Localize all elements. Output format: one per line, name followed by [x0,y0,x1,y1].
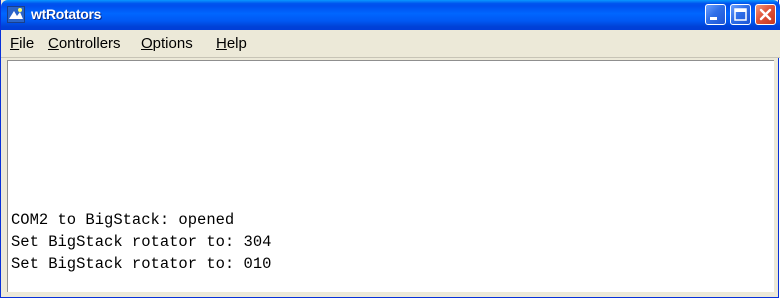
title-bar[interactable]: wtRotators [1,0,780,30]
log-line: COM2 to BigStack: opened [11,211,235,229]
menu-help-label: elp [226,35,247,52]
minimize-icon [710,17,717,20]
menu-options[interactable]: Options [141,35,193,52]
log-line: Set BigStack rotator to: 010 [11,255,272,273]
maximize-button[interactable] [730,4,751,25]
menu-help[interactable]: Help [216,35,247,52]
maximize-icon [734,8,747,21]
menu-controllers-label: ontrollers [58,35,121,52]
menu-file-label: ile [19,35,35,52]
menu-file[interactable]: File [10,35,34,52]
app-window: wtRotators File Controllers Options Help… [0,0,780,298]
menu-help-mnemonic: H [216,35,227,52]
menu-controllers-mnemonic: C [48,35,59,52]
close-icon [759,8,772,21]
menu-controllers[interactable]: Controllers [48,35,121,52]
log-line: Set BigStack rotator to: 304 [11,233,272,251]
rotator-app-icon[interactable] [7,6,25,23]
window-title: wtRotators [31,6,102,22]
menu-bar: File Controllers Options Help [1,30,780,58]
menu-options-label: ptions [152,35,193,52]
close-button[interactable] [755,4,776,25]
log-area[interactable]: COM2 to BigStack: opened Set BigStack ro… [7,60,774,292]
menu-file-mnemonic: F [10,35,20,52]
menu-options-mnemonic: O [141,35,153,52]
minimize-button[interactable] [705,4,726,25]
log-list: COM2 to BigStack: opened Set BigStack ro… [11,209,271,275]
